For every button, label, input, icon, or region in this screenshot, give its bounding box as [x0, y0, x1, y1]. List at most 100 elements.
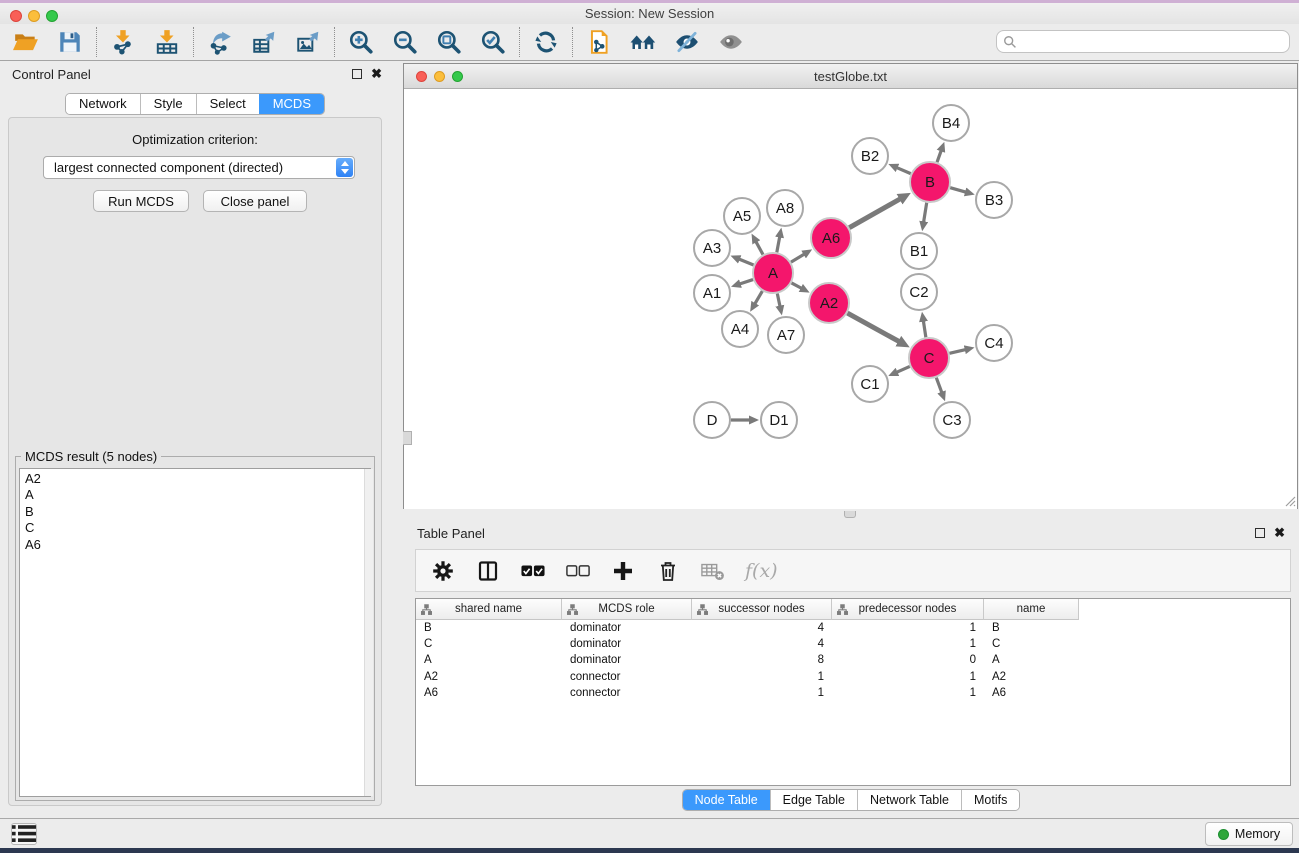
tab-edge-table[interactable]: Edge Table [770, 790, 857, 810]
network-window-titlebar[interactable]: testGlobe.txt [404, 64, 1297, 89]
graph-edge-A-A1[interactable] [740, 280, 753, 284]
column-header-successor-nodes[interactable]: successor nodes [692, 599, 832, 620]
column-header-predecessor-nodes[interactable]: predecessor nodes [832, 599, 984, 620]
selected-criterion-value: largest connected component (directed) [44, 160, 336, 175]
search-box[interactable] [996, 30, 1290, 53]
memory-button[interactable]: Memory [1205, 822, 1293, 846]
tab-mcds[interactable]: MCDS [259, 94, 324, 114]
mcds-result-list[interactable]: A2ABCA6 [19, 468, 371, 797]
export-network-button[interactable] [206, 28, 234, 56]
zoom-fit-button[interactable] [435, 28, 463, 56]
column-header-shared-name[interactable]: shared name [416, 599, 562, 620]
mcds-result-item[interactable]: B [20, 504, 370, 520]
mcds-result-item[interactable]: A [20, 487, 370, 503]
delete-table-button[interactable] [700, 558, 726, 584]
run-mcds-button[interactable]: Run MCDS [93, 190, 189, 212]
table-row[interactable]: Cdominator41C [416, 636, 1290, 652]
graph-edge-A-A2[interactable] [792, 283, 802, 288]
close-table-panel-icon[interactable]: ✖ [1274, 528, 1285, 538]
export-image-button[interactable] [294, 28, 322, 56]
zoom-in-icon [348, 29, 374, 55]
birdseye-view-button[interactable] [717, 28, 745, 56]
table-header-row: shared nameMCDS rolesuccessor nodesprede… [416, 599, 1290, 620]
zoom-in-button[interactable] [347, 28, 375, 56]
delete-column-button[interactable] [655, 558, 681, 584]
tab-network[interactable]: Network [66, 94, 140, 114]
graph-edge-C-C3[interactable] [936, 378, 942, 393]
window-resize-grip-icon[interactable] [1283, 494, 1296, 507]
table-cell: 1 [832, 669, 984, 685]
table-row[interactable]: Bdominator41B [416, 620, 1290, 636]
tab-network-table[interactable]: Network Table [857, 790, 961, 810]
optimization-criterion-select[interactable]: largest connected component (directed) [43, 156, 355, 179]
graph-edge-B-B3[interactable] [950, 188, 966, 192]
control-panel-title: Control Panel [12, 67, 91, 82]
import-network-button[interactable] [109, 28, 137, 56]
bottom-splitter-handle[interactable] [844, 511, 856, 518]
graph-edge-C-C2[interactable] [923, 321, 926, 338]
import-network-icon [110, 29, 136, 55]
graph-edge-A-A6[interactable] [791, 254, 804, 262]
split-columns-button[interactable] [475, 558, 501, 584]
zoom-out-button[interactable] [391, 28, 419, 56]
mcds-result-item[interactable]: C [20, 520, 370, 536]
graph-edge-C-C1[interactable] [897, 366, 910, 372]
graph-edge-A-A4[interactable] [755, 291, 763, 304]
open-file-button[interactable] [12, 28, 40, 56]
graph-edge-B-B4[interactable] [937, 150, 941, 162]
float-panel-icon[interactable] [352, 69, 362, 79]
graph-edge-A-A3[interactable] [739, 259, 754, 265]
graph-edge-A-A5[interactable] [756, 241, 763, 254]
hide-panels-button[interactable] [673, 28, 701, 56]
clone-network-button[interactable] [585, 28, 613, 56]
show-graphics-details-button[interactable] [629, 28, 657, 56]
tab-select[interactable]: Select [196, 94, 259, 114]
save-session-button[interactable] [56, 28, 84, 56]
tab-node-table[interactable]: Node Table [683, 790, 770, 810]
graph-edge-A-A8[interactable] [777, 237, 780, 253]
result-list-scrollbar[interactable] [364, 469, 373, 796]
tab-motifs[interactable]: Motifs [961, 790, 1019, 810]
column-header-label: name [1017, 603, 1046, 615]
tab-style[interactable]: Style [140, 94, 196, 114]
table-row[interactable]: A2connector11A2 [416, 669, 1290, 685]
graph-edge-C-C4[interactable] [949, 350, 965, 354]
mcds-result-item[interactable]: A2 [20, 469, 370, 487]
toolbar-group [206, 28, 322, 56]
select-all-button[interactable] [520, 558, 546, 584]
table-cell: dominator [562, 636, 692, 652]
search-input[interactable] [1021, 34, 1283, 49]
export-table-button[interactable] [250, 28, 278, 56]
graph-edge-A6-B[interactable] [849, 199, 900, 228]
network-graph[interactable]: AA1A3A4A5A7A8A6A2BB1B2B3B4CC1C2C3C4DD1 [404, 90, 1297, 509]
table-cell: B [984, 620, 1079, 636]
apply-layout-refresh-button[interactable] [532, 28, 560, 56]
graph-edge-A2-C[interactable] [847, 313, 899, 341]
table-row[interactable]: Adominator80A [416, 652, 1290, 668]
left-splitter-handle[interactable] [403, 431, 412, 445]
function-builder-button[interactable]: f(x) [745, 560, 778, 582]
deselect-all-button[interactable] [565, 558, 591, 584]
close-panel-button[interactable]: Close panel [203, 190, 307, 212]
import-table-button[interactable] [153, 28, 181, 56]
table-row[interactable]: A6connector11A6 [416, 685, 1290, 701]
settings-button[interactable] [430, 558, 456, 584]
task-history-button[interactable] [11, 823, 37, 845]
table-cell: C [416, 636, 562, 652]
column-header-MCDS-role[interactable]: MCDS role [562, 599, 692, 620]
add-column-button[interactable] [610, 558, 636, 584]
mcds-result-item[interactable]: A6 [20, 537, 370, 553]
graph-edge-B-B2[interactable] [897, 168, 911, 174]
close-panel-icon[interactable]: ✖ [371, 69, 382, 79]
table-cell: 4 [692, 636, 832, 652]
graph-edge-B-B1[interactable] [924, 203, 927, 223]
table-cell: 1 [832, 620, 984, 636]
graph-edge-A-A7[interactable] [777, 294, 780, 307]
column-header-name[interactable]: name [984, 599, 1079, 620]
zoom-selected-button[interactable] [479, 28, 507, 56]
table-body: Bdominator41BCdominator41CAdominator80AA… [416, 620, 1290, 701]
float-table-panel-icon[interactable] [1255, 528, 1265, 538]
network-window-title: testGlobe.txt [404, 69, 1297, 84]
network-canvas[interactable]: AA1A3A4A5A7A8A6A2BB1B2B3B4CC1C2C3C4DD1 [404, 90, 1297, 509]
birdseye-view-icon [718, 29, 744, 55]
